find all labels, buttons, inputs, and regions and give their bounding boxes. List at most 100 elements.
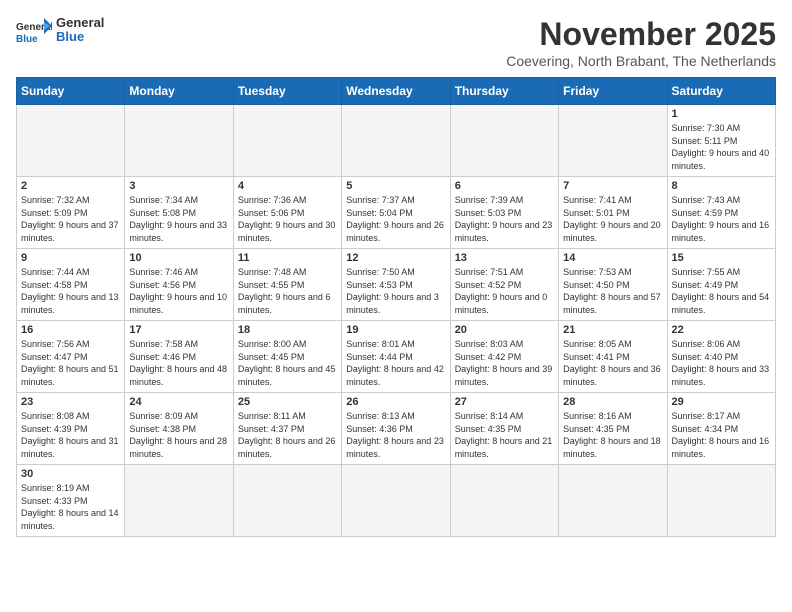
weekday-header-monday: Monday [125,78,233,105]
day-info: Sunrise: 8:11 AM Sunset: 4:37 PM Dayligh… [238,410,337,460]
calendar-cell: 30 Sunrise: 8:19 AM Sunset: 4:33 PM Dayli… [17,465,125,537]
weekday-header-saturday: Saturday [667,78,775,105]
calendar-cell: 14 Sunrise: 7:53 AM Sunset: 4:50 PM Dayli… [559,249,667,321]
day-number: 29 [672,396,771,408]
calendar-cell [125,465,233,537]
calendar-cell: 9 Sunrise: 7:44 AM Sunset: 4:58 PM Daylig… [17,249,125,321]
logo-general-text: General [56,16,104,30]
day-info: Sunrise: 7:53 AM Sunset: 4:50 PM Dayligh… [563,266,662,316]
day-number: 25 [238,396,337,408]
day-info: Sunrise: 8:17 AM Sunset: 4:34 PM Dayligh… [672,410,771,460]
day-number: 18 [238,324,337,336]
day-info: Sunrise: 7:44 AM Sunset: 4:58 PM Dayligh… [21,266,120,316]
day-number: 12 [346,252,445,264]
day-number: 21 [563,324,662,336]
weekday-header-thursday: Thursday [450,78,558,105]
svg-text:Blue: Blue [16,34,38,44]
calendar-cell [559,465,667,537]
calendar-cell [342,465,450,537]
calendar-cell [559,105,667,177]
day-info: Sunrise: 7:55 AM Sunset: 4:49 PM Dayligh… [672,266,771,316]
weekday-header-tuesday: Tuesday [233,78,341,105]
day-number: 9 [21,252,120,264]
calendar-cell: 6Sunrise: 7:39 AM Sunset: 5:03 PM Daylig… [450,177,558,249]
day-number: 26 [346,396,445,408]
day-number: 5 [346,180,445,192]
day-number: 11 [238,252,337,264]
calendar-cell [450,465,558,537]
day-number: 7 [563,180,662,192]
day-number: 22 [672,324,771,336]
day-number: 1 [672,108,771,120]
calendar-cell: 26 Sunrise: 8:13 AM Sunset: 4:36 PM Dayli… [342,393,450,465]
calendar-week-row: 16 Sunrise: 7:56 AM Sunset: 4:47 PM Dayli… [17,321,776,393]
day-info: Sunrise: 8:06 AM Sunset: 4:40 PM Dayligh… [672,338,771,388]
day-info: Sunrise: 8:14 AM Sunset: 4:35 PM Dayligh… [455,410,554,460]
day-number: 20 [455,324,554,336]
calendar-cell: 7 Sunrise: 7:41 AM Sunset: 5:01 PM Daylig… [559,177,667,249]
day-number: 4 [238,180,337,192]
day-info: Sunrise: 7:56 AM Sunset: 4:47 PM Dayligh… [21,338,120,388]
calendar-cell: 3 Sunrise: 7:34 AM Sunset: 5:08 PM Daylig… [125,177,233,249]
calendar-table: SundayMondayTuesdayWednesdayThursdayFrid… [16,77,776,537]
day-info: Sunrise: 8:03 AM Sunset: 4:42 PM Dayligh… [455,338,554,388]
calendar-cell: 12 Sunrise: 7:50 AM Sunset: 4:53 PM Dayli… [342,249,450,321]
day-info: Sunrise: 8:05 AM Sunset: 4:41 PM Dayligh… [563,338,662,388]
day-info: Sunrise: 8:16 AM Sunset: 4:35 PM Dayligh… [563,410,662,460]
calendar-cell: 15 Sunrise: 7:55 AM Sunset: 4:49 PM Dayli… [667,249,775,321]
calendar-cell [233,465,341,537]
day-number: 10 [129,252,228,264]
calendar-cell: 20 Sunrise: 8:03 AM Sunset: 4:42 PM Dayli… [450,321,558,393]
calendar-cell [667,465,775,537]
day-number: 8 [672,180,771,192]
day-info: Sunrise: 8:13 AM Sunset: 4:36 PM Dayligh… [346,410,445,460]
calendar-cell: 4 Sunrise: 7:36 AM Sunset: 5:06 PM Daylig… [233,177,341,249]
calendar-cell: 8 Sunrise: 7:43 AM Sunset: 4:59 PM Daylig… [667,177,775,249]
calendar-cell: 2Sunrise: 7:32 AM Sunset: 5:09 PM Daylig… [17,177,125,249]
calendar-cell: 11 Sunrise: 7:48 AM Sunset: 4:55 PM Dayli… [233,249,341,321]
day-info: Sunrise: 7:46 AM Sunset: 4:56 PM Dayligh… [129,266,228,316]
logo-icon: General Blue [16,16,52,44]
calendar-cell: 10 Sunrise: 7:46 AM Sunset: 4:56 PM Dayli… [125,249,233,321]
calendar-cell: 21 Sunrise: 8:05 AM Sunset: 4:41 PM Dayli… [559,321,667,393]
day-info: Sunrise: 7:39 AM Sunset: 5:03 PM Dayligh… [455,194,554,244]
day-info: Sunrise: 8:19 AM Sunset: 4:33 PM Dayligh… [21,482,120,532]
day-info: Sunrise: 7:58 AM Sunset: 4:46 PM Dayligh… [129,338,228,388]
day-number: 3 [129,180,228,192]
day-number: 13 [455,252,554,264]
calendar-cell [125,105,233,177]
calendar-week-row: 2Sunrise: 7:32 AM Sunset: 5:09 PM Daylig… [17,177,776,249]
day-number: 28 [563,396,662,408]
day-number: 24 [129,396,228,408]
day-number: 17 [129,324,228,336]
day-info: Sunrise: 7:51 AM Sunset: 4:52 PM Dayligh… [455,266,554,316]
day-info: Sunrise: 7:34 AM Sunset: 5:08 PM Dayligh… [129,194,228,244]
calendar-week-row: 23Sunrise: 8:08 AM Sunset: 4:39 PM Dayli… [17,393,776,465]
calendar-cell: 17 Sunrise: 7:58 AM Sunset: 4:46 PM Dayli… [125,321,233,393]
day-info: Sunrise: 7:37 AM Sunset: 5:04 PM Dayligh… [346,194,445,244]
page-header: General Blue General Blue November 2025 … [16,16,776,69]
day-info: Sunrise: 7:36 AM Sunset: 5:06 PM Dayligh… [238,194,337,244]
calendar-week-row: 9 Sunrise: 7:44 AM Sunset: 4:58 PM Daylig… [17,249,776,321]
logo: General Blue General Blue [16,16,104,45]
day-number: 30 [21,468,120,480]
calendar-week-row: 1Sunrise: 7:30 AM Sunset: 5:11 PM Daylig… [17,105,776,177]
calendar-cell: 1Sunrise: 7:30 AM Sunset: 5:11 PM Daylig… [667,105,775,177]
calendar-cell [17,105,125,177]
day-number: 2 [21,180,120,192]
calendar-cell: 16 Sunrise: 7:56 AM Sunset: 4:47 PM Dayli… [17,321,125,393]
day-info: Sunrise: 7:41 AM Sunset: 5:01 PM Dayligh… [563,194,662,244]
day-number: 14 [563,252,662,264]
day-number: 16 [21,324,120,336]
calendar-cell: 28 Sunrise: 8:16 AM Sunset: 4:35 PM Dayli… [559,393,667,465]
day-info: Sunrise: 7:43 AM Sunset: 4:59 PM Dayligh… [672,194,771,244]
day-number: 15 [672,252,771,264]
weekday-header-row: SundayMondayTuesdayWednesdayThursdayFrid… [17,78,776,105]
calendar-cell: 29 Sunrise: 8:17 AM Sunset: 4:34 PM Dayli… [667,393,775,465]
day-info: Sunrise: 8:09 AM Sunset: 4:38 PM Dayligh… [129,410,228,460]
day-info: Sunrise: 7:48 AM Sunset: 4:55 PM Dayligh… [238,266,337,316]
location-text: Coevering, North Brabant, The Netherland… [506,53,776,69]
day-info: Sunrise: 7:50 AM Sunset: 4:53 PM Dayligh… [346,266,445,316]
calendar-cell: 25 Sunrise: 8:11 AM Sunset: 4:37 PM Dayli… [233,393,341,465]
calendar-cell: 22 Sunrise: 8:06 AM Sunset: 4:40 PM Dayli… [667,321,775,393]
